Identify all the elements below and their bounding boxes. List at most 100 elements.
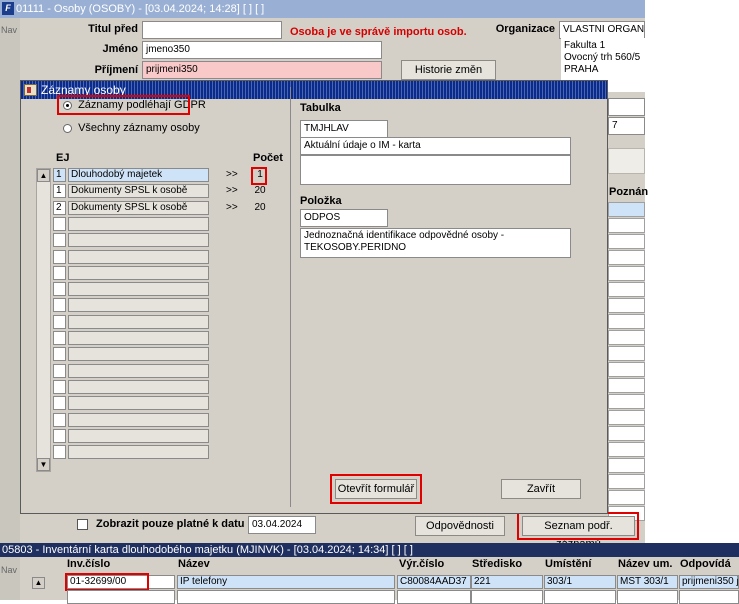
row-ej-cell[interactable] [53,363,66,378]
row-ej-cell[interactable] [53,233,66,248]
tabulka-desc-field[interactable]: Aktuální údaje o IM - karta [300,137,571,155]
list-item[interactable] [53,298,288,313]
row-ej-cell[interactable] [53,445,66,460]
row-ej-cell[interactable] [53,396,66,411]
list-item[interactable]: 2 Dokumenty SPSL k osobě >> 20 [53,200,288,216]
poznamka-cell[interactable] [608,314,645,329]
row-name-cell[interactable] [68,412,209,427]
list-item[interactable] [53,216,288,232]
row-name-cell[interactable] [68,282,209,297]
empty-cell[interactable] [471,590,543,604]
list-item[interactable] [53,233,288,248]
row-ej-cell[interactable]: 1 [53,168,66,182]
list-item[interactable] [53,396,288,411]
row-name-cell[interactable] [68,216,209,231]
row-ej-cell[interactable] [53,347,66,362]
poznamka-cell[interactable] [608,218,645,233]
radio-all-indicator[interactable] [63,123,72,133]
poznamka-cell[interactable] [608,282,645,297]
poznamka-cell[interactable] [608,394,645,409]
list-scrollbar[interactable]: ▲ ▼ [36,168,51,472]
cell-nazev-um[interactable]: MST 303/1 [617,575,678,589]
list-item[interactable] [53,379,288,395]
row-name-cell[interactable]: Dlouhodobý majetek [68,168,209,182]
row-name-cell[interactable] [68,298,209,313]
poznamka-cell[interactable] [608,410,645,425]
scroll-up-icon[interactable]: ▲ [37,169,50,182]
tabulka-field[interactable]: TMJHLAV [300,120,388,138]
empty-cell[interactable] [177,590,395,604]
cell-umisteni[interactable]: 303/1 [544,575,616,589]
odpovednosti-button[interactable]: Odpovědnosti [415,516,505,536]
row-arrow[interactable]: >> [226,185,238,196]
row-ej-cell[interactable] [53,314,66,329]
scroll-down-icon[interactable]: ▼ [37,458,50,471]
empty-cell[interactable] [67,590,175,604]
row-ej-cell[interactable]: 2 [53,200,66,215]
row-name-cell[interactable] [68,233,209,248]
row-ej-cell[interactable] [53,298,66,313]
list-item[interactable] [53,282,288,297]
poznamka-cell[interactable] [608,346,645,361]
radio-gdpr-indicator[interactable] [63,100,72,110]
row-ej-cell[interactable] [53,412,66,427]
list-item[interactable] [53,331,288,346]
row-ej-cell[interactable] [53,265,66,280]
empty-cell[interactable] [617,590,678,604]
row-ej-cell[interactable] [53,282,66,297]
cell-nazev[interactable]: IP telefony [177,575,395,589]
row-name-cell[interactable]: Dokumenty SPSL k osobě [68,200,209,215]
historie-zmen-button[interactable]: Historie změn [401,60,496,80]
prijmeni-field[interactable]: prijmeni350 [142,61,382,79]
radio-all[interactable]: Všechny záznamy osoby [63,122,200,134]
titul-pred-field[interactable] [142,21,282,39]
cell-inv-cislo[interactable]: 01-32699/00 [67,575,175,589]
jmeno-field[interactable]: jmeno350 [142,41,382,59]
poznamka-cell[interactable] [608,458,645,473]
row-name-cell[interactable] [68,265,209,280]
list-item[interactable]: 1 Dokumenty SPSL k osobě >> 20 [53,184,288,199]
row-name-cell[interactable] [68,428,209,443]
platne-checkbox[interactable] [77,519,88,530]
list-item[interactable] [53,347,288,362]
list-item[interactable] [53,249,288,265]
row-arrow[interactable]: >> [226,202,238,213]
zavrit-button[interactable]: Zavřít [501,479,581,499]
row-ej-cell[interactable] [53,216,66,231]
poznamka-cell[interactable] [608,426,645,441]
poznamka-cell[interactable] [608,378,645,393]
list-item[interactable]: 1 Dlouhodobý majetek >> 1 [53,168,288,183]
poznamka-cell[interactable] [608,266,645,281]
bottom-scroll-up-icon[interactable]: ▲ [32,577,45,589]
row-arrow[interactable]: >> [226,169,238,180]
row-ej-cell[interactable] [53,331,66,345]
right-field-b[interactable]: 7 [608,117,645,135]
organizace-field[interactable]: VLASTNI ORGANI [559,21,645,39]
otevrit-formular-button[interactable]: Otevřít formulář [335,479,417,499]
poznamka-cell[interactable] [608,250,645,265]
row-name-cell[interactable] [68,331,209,345]
polozka-field[interactable]: ODPOS [300,209,388,227]
poznamka-cell[interactable] [608,298,645,313]
list-item[interactable] [53,363,288,379]
row-ej-cell[interactable] [53,428,66,443]
row-name-cell[interactable] [68,379,209,394]
row-name-cell[interactable]: Dokumenty SPSL k osobě [68,184,209,199]
list-item[interactable] [53,412,288,428]
cell-stredisko[interactable]: 221 [471,575,543,589]
tabulka-extra-field[interactable] [300,155,571,185]
empty-cell[interactable] [679,590,739,604]
poznamka-cell[interactable] [608,330,645,345]
list-item[interactable] [53,445,288,460]
radio-gdpr[interactable]: Záznamy podléhají GDPR [63,99,206,111]
list-item[interactable] [53,314,288,330]
list-item[interactable] [53,428,288,444]
poznamka-cell[interactable] [608,202,645,217]
row-name-cell[interactable] [68,396,209,411]
row-name-cell[interactable] [68,249,209,264]
polozka-desc-field[interactable]: Jednoznačná identifikace odpovědné osoby… [300,228,571,258]
row-ej-cell[interactable] [53,249,66,264]
poznamka-cell[interactable] [608,234,645,249]
bottom-nav-panel[interactable]: Nav [0,557,20,600]
row-name-cell[interactable] [68,363,209,378]
